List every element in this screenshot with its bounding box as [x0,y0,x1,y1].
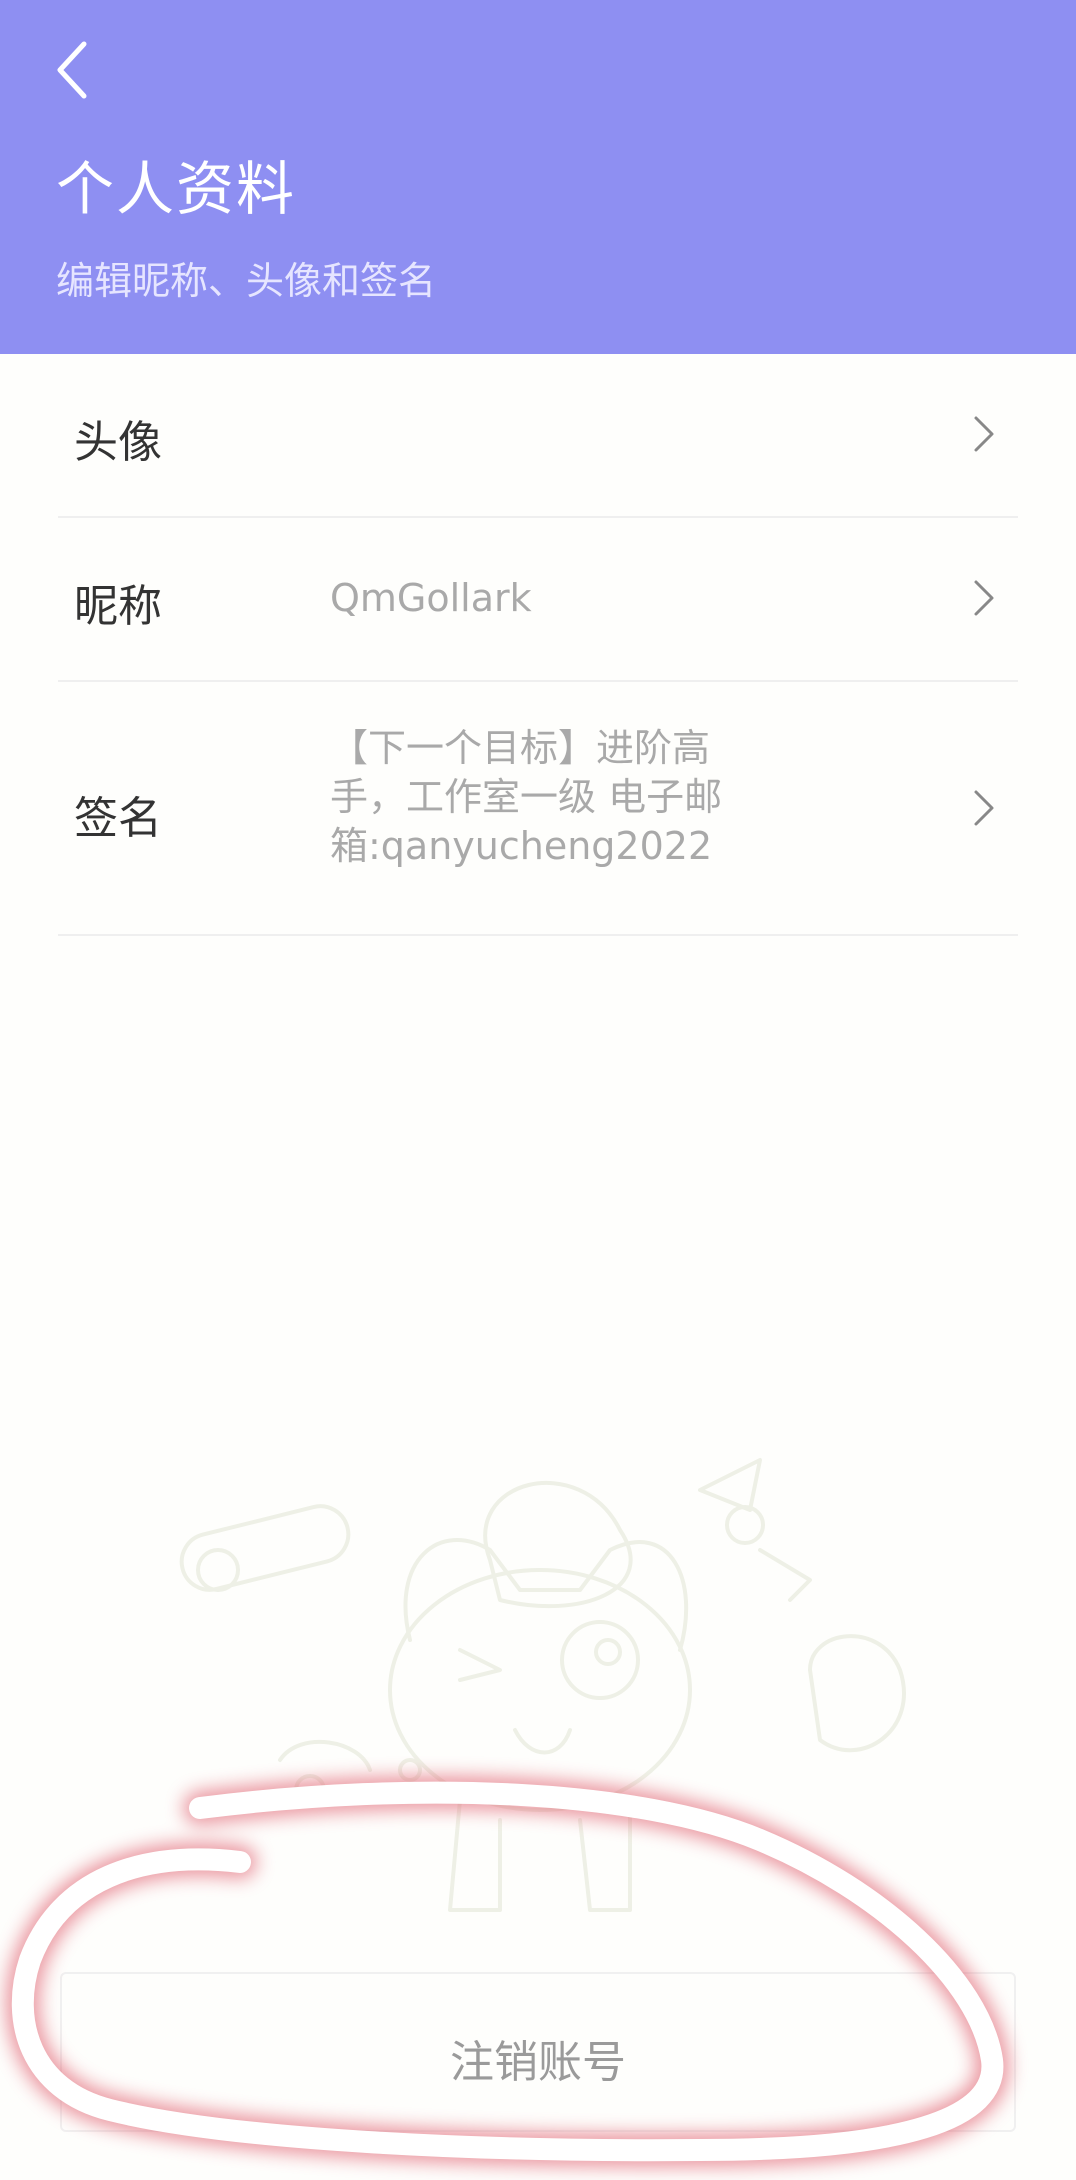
page-subtitle: 编辑昵称、头像和签名 [56,259,437,303]
header: 个人资料 编辑昵称、头像和签名 [0,0,1076,354]
signature-line: 【下一个目标】进阶高 [330,726,711,770]
signature-line: 手，工作室一级 电子邮 [330,775,723,819]
nickname-value: QmGollark [330,576,532,620]
signature-row[interactable]: 签名 【下一个目标】进阶高 手，工作室一级 电子邮 箱:qanyucheng20… [58,682,1018,936]
chevron-right-icon [974,416,994,452]
logout-button[interactable]: 注销账号 [60,1972,1016,2132]
nickname-row[interactable]: 昵称 QmGollark [58,518,1018,682]
chevron-right-icon [974,790,994,826]
chevron-right-icon [974,580,994,616]
page-title: 个人资料 [56,155,297,223]
avatar-row[interactable]: 头像 [58,354,1018,518]
logout-label: 注销账号 [450,2037,626,2088]
nickname-label: 昵称 [74,581,162,632]
chevron-left-icon [57,41,87,99]
signature-line: 箱:qanyucheng2022 [330,824,713,868]
signature-value: 【下一个目标】进阶高 手，工作室一级 电子邮 箱:qanyucheng2022 [330,724,722,871]
back-button[interactable] [40,30,120,110]
signature-label: 签名 [74,793,162,844]
mascot-watermark-illustration [179,1458,906,1912]
avatar-label: 头像 [74,417,162,468]
